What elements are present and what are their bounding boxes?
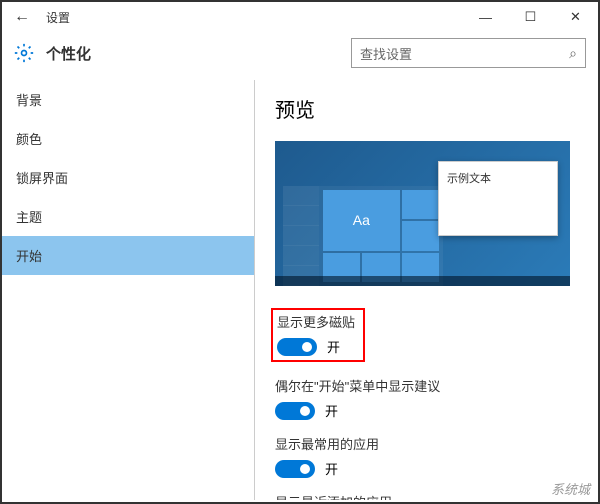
close-button[interactable]: ✕ [553, 2, 598, 32]
setting-recently-added: 显示最近添加的应用 开 [275, 492, 578, 500]
header: 个性化 查找设置 ⌕ [2, 32, 598, 80]
toggle-most-used[interactable] [275, 460, 315, 478]
window-title: 设置 [42, 9, 70, 26]
setting-show-more-tiles: 显示更多磁贴 开 [271, 308, 365, 362]
gear-icon [14, 43, 34, 63]
setting-label: 显示最常用的应用 [275, 434, 578, 453]
sidebar: 背景 颜色 锁屏界面 主题 开始 [2, 80, 255, 500]
toggle-state: 开 [327, 337, 340, 356]
page-title: 个性化 [46, 43, 91, 64]
minimize-button[interactable]: — [463, 2, 508, 32]
setting-most-used: 显示最常用的应用 开 [275, 434, 578, 478]
setting-show-suggestions: 偶尔在"开始"菜单中显示建议 开 [275, 376, 578, 420]
watermark: 系统城 [551, 479, 590, 498]
back-button[interactable]: ← [2, 8, 42, 26]
toggle-state: 开 [325, 459, 338, 478]
search-icon: ⌕ [569, 45, 577, 62]
preview-start-menu: Aa [283, 186, 443, 286]
setting-label: 显示更多磁贴 [277, 312, 355, 331]
sidebar-item-colors[interactable]: 颜色 [2, 119, 254, 158]
sidebar-item-themes[interactable]: 主题 [2, 197, 254, 236]
maximize-button[interactable]: ☐ [508, 2, 553, 32]
preview-heading: 预览 [275, 94, 578, 123]
sidebar-item-background[interactable]: 背景 [2, 80, 254, 119]
content: 预览 Aa 示例文本 显示更多磁贴 开 偶尔在"开始"菜单中显示建议 [255, 80, 598, 500]
search-placeholder: 查找设置 [360, 44, 569, 63]
toggle-show-suggestions[interactable] [275, 402, 315, 420]
sidebar-item-start[interactable]: 开始 [2, 236, 254, 275]
titlebar: ← 设置 — ☐ ✕ [2, 2, 598, 32]
setting-label: 偶尔在"开始"菜单中显示建议 [275, 376, 578, 395]
preview-thumbnail: Aa 示例文本 [275, 141, 570, 286]
preview-tile-accent: Aa [323, 190, 400, 251]
search-input[interactable]: 查找设置 ⌕ [351, 38, 586, 68]
setting-label: 显示最近添加的应用 [275, 492, 578, 500]
sidebar-item-lockscreen[interactable]: 锁屏界面 [2, 158, 254, 197]
preview-sample-window: 示例文本 [438, 161, 558, 236]
body: 背景 颜色 锁屏界面 主题 开始 预览 Aa 示例文本 显示更多磁贴 开 [2, 80, 598, 500]
window-controls: — ☐ ✕ [463, 2, 598, 32]
toggle-state: 开 [325, 401, 338, 420]
preview-taskbar [275, 276, 570, 286]
toggle-show-more-tiles[interactable] [277, 338, 317, 356]
